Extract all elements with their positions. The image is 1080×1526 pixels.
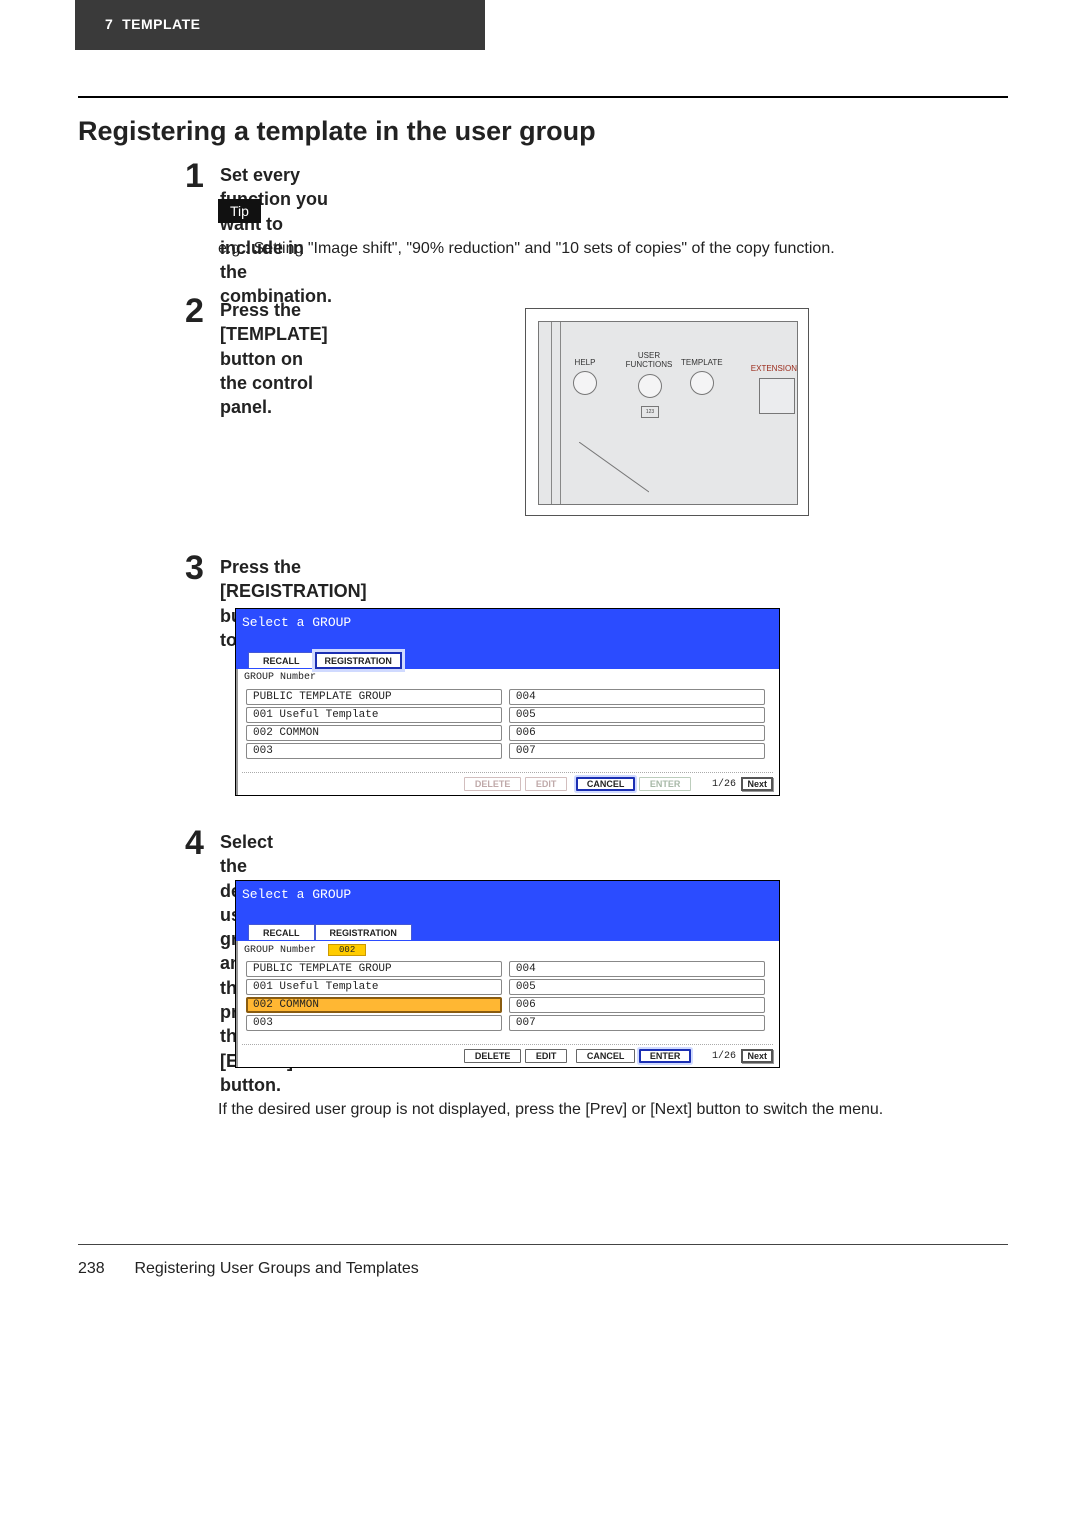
page-number: 238 <box>78 1260 130 1278</box>
group-row[interactable]: 007 <box>509 743 765 759</box>
cancel-button[interactable]: CANCEL <box>576 777 636 791</box>
tab-recall[interactable]: RECALL <box>248 924 315 940</box>
tip-badge: Tip <box>218 199 261 223</box>
ts-title: Select a GROUP <box>242 887 351 902</box>
group-row[interactable]: PUBLIC TEMPLATE GROUP <box>246 689 502 705</box>
step-heading-1: Set every function you want to include i… <box>220 163 332 309</box>
ts-title: Select a GROUP <box>242 615 351 630</box>
step-number-4: 4 <box>185 824 204 863</box>
pager-label: 1/26 <box>712 779 736 790</box>
page-footer: 238 Registering User Groups and Template… <box>78 1260 419 1278</box>
rule-bottom <box>78 1244 1008 1245</box>
step-number-2: 2 <box>185 292 204 331</box>
group-row[interactable]: 004 <box>509 961 765 977</box>
tip-text: e.g.: Setting "Image shift", "90% reduct… <box>218 240 835 258</box>
tab-recall[interactable]: RECALL <box>248 652 315 668</box>
group-row[interactable]: 005 <box>509 979 765 995</box>
panel-indicator-icon: 123 <box>641 406 659 418</box>
ts-subhead: GROUP Number <box>244 672 316 683</box>
panel-template-label: TEMPLATE <box>681 358 723 367</box>
panel-extension-button[interactable] <box>759 378 795 414</box>
cancel-button[interactable]: CANCEL <box>576 1049 636 1063</box>
group-row[interactable]: 002 COMMON <box>246 725 502 741</box>
touch-screen-select-group: Select a GROUP RECALLREGISTRATION GROUP … <box>235 880 780 1068</box>
group-row[interactable]: 003 <box>246 743 502 759</box>
rule-top <box>78 96 1008 98</box>
step-number-3: 3 <box>185 549 204 588</box>
enter-button[interactable]: ENTER <box>639 777 692 791</box>
panel-user-functions-button[interactable] <box>638 374 662 398</box>
touch-screen-registration: Select a GROUP RECALLREGISTRATION GROUP … <box>235 608 780 796</box>
step-number-1: 1 <box>185 157 204 196</box>
group-row[interactable]: 001 Useful Template <box>246 707 502 723</box>
edit-button[interactable]: EDIT <box>525 1049 568 1063</box>
panel-template-button[interactable] <box>690 371 714 395</box>
group-row-selected[interactable]: 002 COMMON <box>246 997 502 1013</box>
step4-note: If the desired user group is not display… <box>218 1098 883 1121</box>
enter-button[interactable]: ENTER <box>639 1049 692 1063</box>
group-row[interactable]: 006 <box>509 997 765 1013</box>
step-heading-2: Press the [TEMPLATE] button on the contr… <box>220 298 328 419</box>
panel-help-button[interactable] <box>573 371 597 395</box>
panel-help-label: HELP <box>573 358 597 367</box>
next-button[interactable]: Next <box>741 777 773 791</box>
ts-subhead: GROUP Number 002 <box>244 944 366 956</box>
group-row[interactable]: 001 Useful Template <box>246 979 502 995</box>
chapter-label: 7 TEMPLATE <box>105 16 200 32</box>
group-row[interactable]: 003 <box>246 1015 502 1031</box>
edit-button[interactable]: EDIT <box>525 777 568 791</box>
group-row[interactable]: PUBLIC TEMPLATE GROUP <box>246 961 502 977</box>
panel-diagonal-line <box>579 442 649 497</box>
panel-extension-label: EXTENSION <box>751 364 797 373</box>
panel-user-functions-label: USER FUNCTIONS <box>625 352 673 370</box>
delete-button[interactable]: DELETE <box>464 1049 522 1063</box>
next-button[interactable]: Next <box>741 1049 773 1063</box>
delete-button[interactable]: DELETE <box>464 777 522 791</box>
group-row[interactable]: 004 <box>509 689 765 705</box>
control-panel-illustration: HELP USER FUNCTIONS 123 TEMPLATE EXTENSI… <box>525 308 809 516</box>
group-number-field: 002 <box>328 944 366 956</box>
section-title: Registering a template in the user group <box>78 116 596 147</box>
group-row[interactable]: 006 <box>509 725 765 741</box>
footer-title: Registering User Groups and Templates <box>134 1260 418 1277</box>
tab-registration[interactable]: REGISTRATION <box>315 924 412 940</box>
group-row[interactable]: 005 <box>509 707 765 723</box>
tab-registration[interactable]: REGISTRATION <box>315 652 402 669</box>
group-row[interactable]: 007 <box>509 1015 765 1031</box>
pager-label: 1/26 <box>712 1051 736 1062</box>
